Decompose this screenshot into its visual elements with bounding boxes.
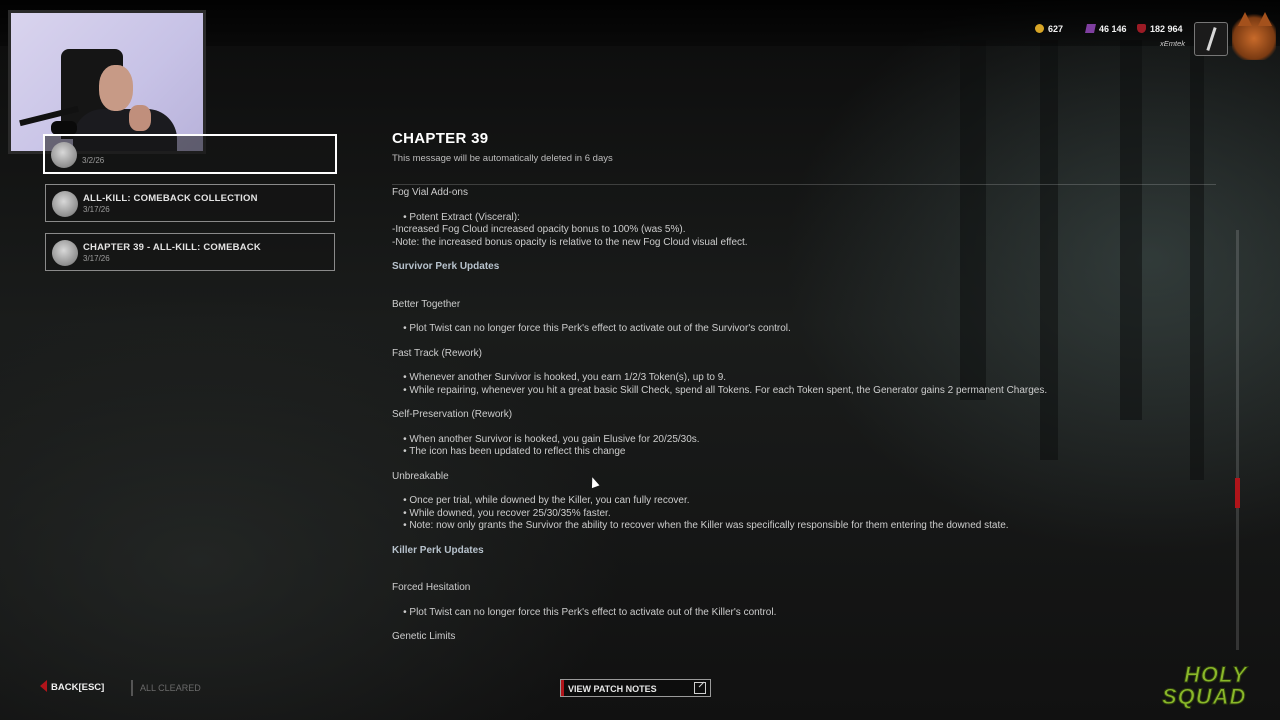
- message-expiry-note: This message will be automatically delet…: [392, 153, 613, 164]
- message-line: • The icon has been updated to reflect t…: [392, 446, 626, 457]
- back-key-hint: [ESC]: [78, 682, 105, 693]
- bloodpoints-icon: [1035, 24, 1044, 33]
- bloodpoints-value: 627: [1048, 24, 1064, 34]
- message-avatar-icon: [51, 142, 77, 168]
- view-patch-notes-button[interactable]: VIEW PATCH NOTES: [560, 679, 711, 697]
- message-line: • When another Survivor is hooked, you g…: [392, 433, 700, 445]
- back-button[interactable]: BACK[ESC]: [40, 680, 104, 696]
- message-line: • Plot Twist can no longer force this Pe…: [392, 323, 791, 334]
- message-body: Fog Vial Add-ons • Potent Extract (Visce…: [392, 187, 1232, 644]
- message-title: CHAPTER 39 - ALL-KILL: COMEBACK: [83, 242, 261, 253]
- message-line: Self-Preservation (Rework): [392, 409, 513, 420]
- player-avatar[interactable]: [1194, 22, 1228, 56]
- message-line: -Increased Fog Cloud increased opacity b…: [392, 224, 686, 235]
- username: xEmtek: [1160, 39, 1186, 48]
- message-line: • Whenever another Survivor is hooked, y…: [392, 372, 727, 383]
- patch-notes-label: VIEW PATCH NOTES: [568, 684, 657, 694]
- message-line: -Note: the increased bonus opacity is re…: [392, 236, 748, 248]
- scrollbar-track[interactable]: [1236, 230, 1239, 650]
- message-line: Unbreakable: [392, 470, 449, 482]
- message-line: • While repairing, whenever you hit a gr…: [392, 384, 1048, 396]
- item-icon: [1206, 27, 1217, 51]
- message-line: • Note: now only grants the Survivor the…: [392, 520, 1009, 531]
- message-line: • While downed, you recover 25/30/35% fa…: [392, 507, 611, 519]
- message-line: Forced Hesitation: [392, 582, 471, 593]
- message-line: Genetic Limits: [392, 631, 456, 642]
- back-arrow-icon: [40, 680, 47, 692]
- message-date: 3/2/26: [82, 156, 105, 165]
- auric-cells-counter: 46 146: [1085, 24, 1127, 34]
- bloodpoints-counter: 627: [1035, 24, 1063, 34]
- section-heading: Killer Perk Updates: [392, 544, 484, 556]
- message-line: Better Together: [392, 298, 461, 310]
- message-date: 3/17/26: [83, 254, 110, 263]
- iridescent-shards-icon: [1137, 24, 1146, 33]
- message-line: Fog Vial Add-ons: [392, 187, 468, 198]
- scrollbar-thumb[interactable]: [1235, 478, 1240, 508]
- message-item[interactable]: CHAPTER 39 - ALL-KILL: COMEBACK 3/17/26: [45, 233, 335, 271]
- all-cleared-button[interactable]: ALL CLEARED: [131, 680, 223, 696]
- message-item-selected[interactable]: 3/2/26: [43, 134, 337, 174]
- message-header: CHAPTER 39 This message will be automati…: [392, 130, 1222, 164]
- auric-cells-icon: [1085, 24, 1096, 33]
- section-heading: Survivor Perk Updates: [392, 261, 500, 272]
- header-divider: [392, 184, 1216, 185]
- message-title: ALL-KILL: COMEBACK COLLECTION: [83, 193, 258, 204]
- auric-cells-value: 46 146: [1099, 24, 1127, 34]
- message-avatar-icon: [52, 191, 78, 217]
- iridescent-shards-counter: 182 964: [1137, 24, 1183, 34]
- message-content-title: CHAPTER 39: [392, 130, 489, 147]
- holy-squad-logo: HOLY SQUAD: [1158, 660, 1270, 712]
- message-line: • Plot Twist can no longer force this Pe…: [392, 606, 777, 618]
- message-line: Fast Track (Rework): [392, 347, 483, 359]
- external-link-icon: [694, 682, 706, 694]
- iridescent-shards-value: 182 964: [1150, 24, 1183, 34]
- message-item[interactable]: ALL-KILL: COMEBACK COLLECTION 3/17/26: [45, 184, 335, 222]
- back-label: BACK: [51, 682, 79, 693]
- logo-line-2: SQUAD: [1161, 684, 1247, 710]
- webcam-overlay: [8, 10, 206, 154]
- accent-bar: [561, 680, 564, 696]
- fox-mascot-icon: [1232, 12, 1276, 60]
- message-line: • Once per trial, while downed by the Ki…: [392, 495, 690, 506]
- message-date: 3/17/26: [83, 205, 110, 214]
- message-avatar-icon: [52, 240, 78, 266]
- message-line: • Potent Extract (Visceral):: [392, 211, 520, 223]
